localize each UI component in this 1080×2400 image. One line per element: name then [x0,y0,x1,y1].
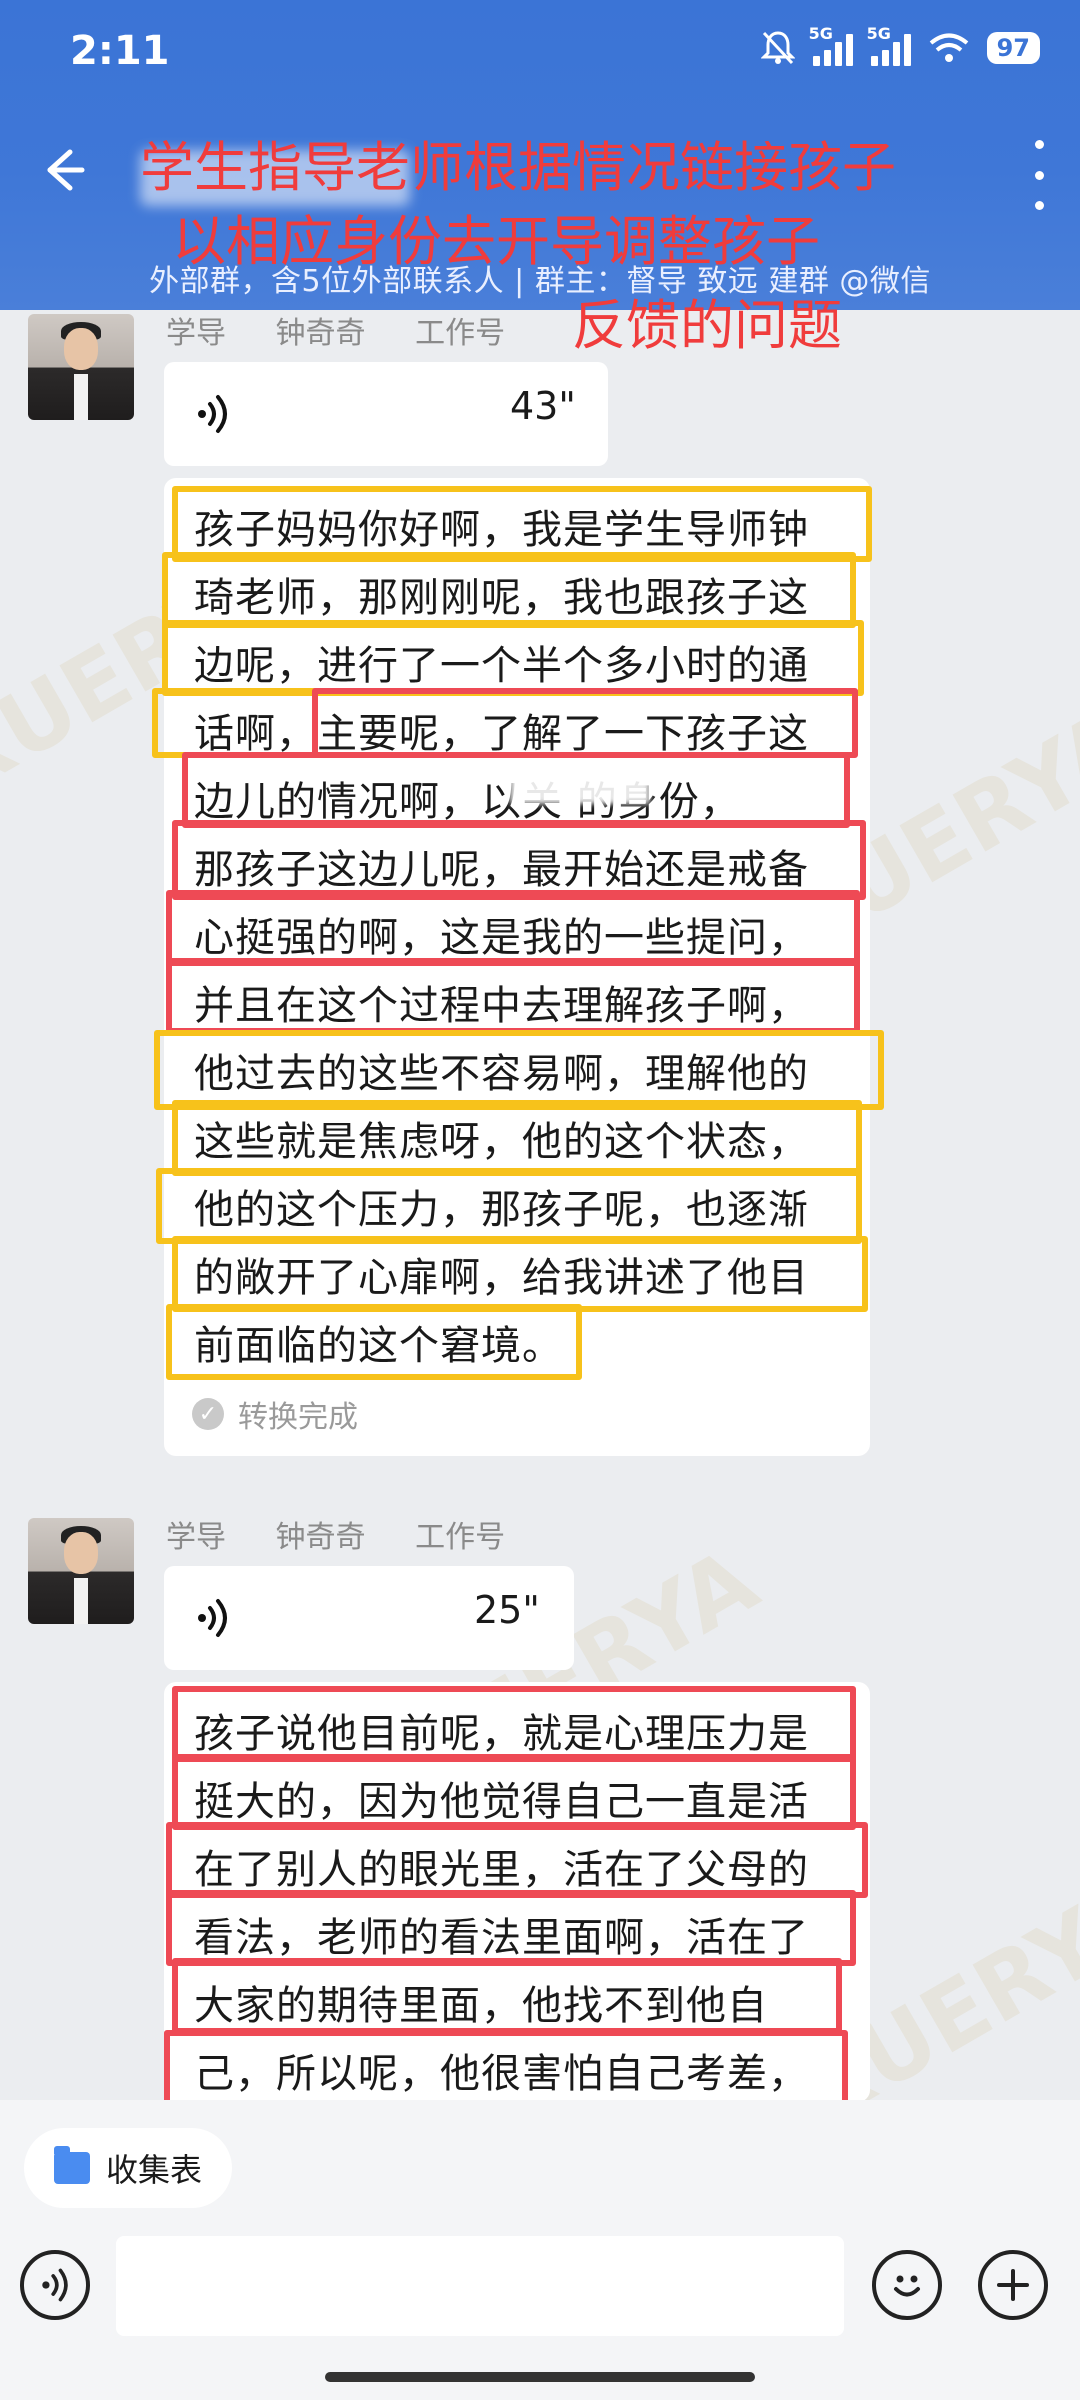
collect-form-label: 收集表 [106,2151,203,2189]
home-indicator[interactable] [325,2372,755,2382]
voice-message[interactable]: 43" [164,362,608,466]
battery-indicator: 97 [986,32,1040,64]
add-button[interactable] [978,2250,1048,2320]
sender-tag: 工作号 [415,1520,506,1555]
smiley-icon [894,2275,920,2297]
highlight-box-yellow [162,620,864,696]
highlight-box-red [172,1754,856,1830]
highlight-box-red [166,890,860,966]
signal-icon: 5G [809,24,853,66]
status-time: 2:11 [70,28,170,74]
highlight-box-yellow [156,1168,862,1244]
highlight-box-red [172,1686,856,1762]
highlight-box-yellow [172,486,872,562]
back-arrow-icon[interactable] [30,140,90,200]
highlight-box-red [166,1822,868,1898]
signal-icon: 5G [867,24,911,66]
voice-duration: 25" [474,1588,540,1632]
collect-form-chip[interactable]: 收集表 [24,2128,233,2208]
avatar[interactable] [28,1518,134,1624]
highlight-box-yellow [154,1030,884,1110]
more-options-icon[interactable] [1026,140,1052,210]
sender-role: 学导 [166,1520,226,1555]
sender-name: 钟奇奇 [275,1520,366,1555]
highlight-box-red [166,958,860,1034]
voice-wave-icon [42,2268,68,2302]
mute-bell-icon [760,31,795,65]
voice-message[interactable]: 25" [164,1566,574,1670]
highlight-box-yellow [166,1304,582,1380]
highlight-box-yellow [162,552,856,628]
highlight-box-red [164,2030,848,2110]
voice-duration: 43" [510,384,576,428]
sender-info: 学导 钟奇奇 工作号 [166,1512,545,1556]
sender-tag: 工作号 [415,316,506,351]
emoji-button[interactable] [872,2250,942,2320]
sender-name: 钟奇奇 [275,316,366,351]
highlight-box-red [182,752,850,828]
convert-status-label: 转换完成 [238,1400,358,1435]
voice-wave-icon [198,395,227,433]
folder-icon [54,2146,90,2184]
highlight-box-yellow [152,688,318,758]
check-icon: ✓ [192,1398,224,1430]
highlight-box-red [312,688,858,758]
overlay-caption-line-1: 学生指导老师根据情况链接孩子 [140,136,896,199]
highlight-box-red [172,820,866,900]
overlay-caption-line-2: 以相应身份去开导调整孩子 [172,210,820,273]
voice-wave-icon [198,1599,227,1637]
avatar[interactable] [28,314,134,420]
plus-icon [997,2269,1029,2301]
highlight-box-red [166,1890,856,1966]
message-input[interactable] [116,2236,844,2336]
overlay-caption-line-3: 反馈的问题 [572,294,842,357]
voice-input-button[interactable] [20,2250,90,2320]
highlight-box-yellow [172,1100,862,1176]
wifi-icon [929,33,968,62]
highlight-box-yellow [172,1236,868,1312]
convert-status: ✓ 转换完成 [192,1392,358,1436]
highlight-box-red [172,1958,842,2034]
status-icons: 5G 5G 97 [760,24,1040,66]
sender-role: 学导 [166,316,226,351]
sender-info: 学导 钟奇奇 工作号 [166,308,545,352]
